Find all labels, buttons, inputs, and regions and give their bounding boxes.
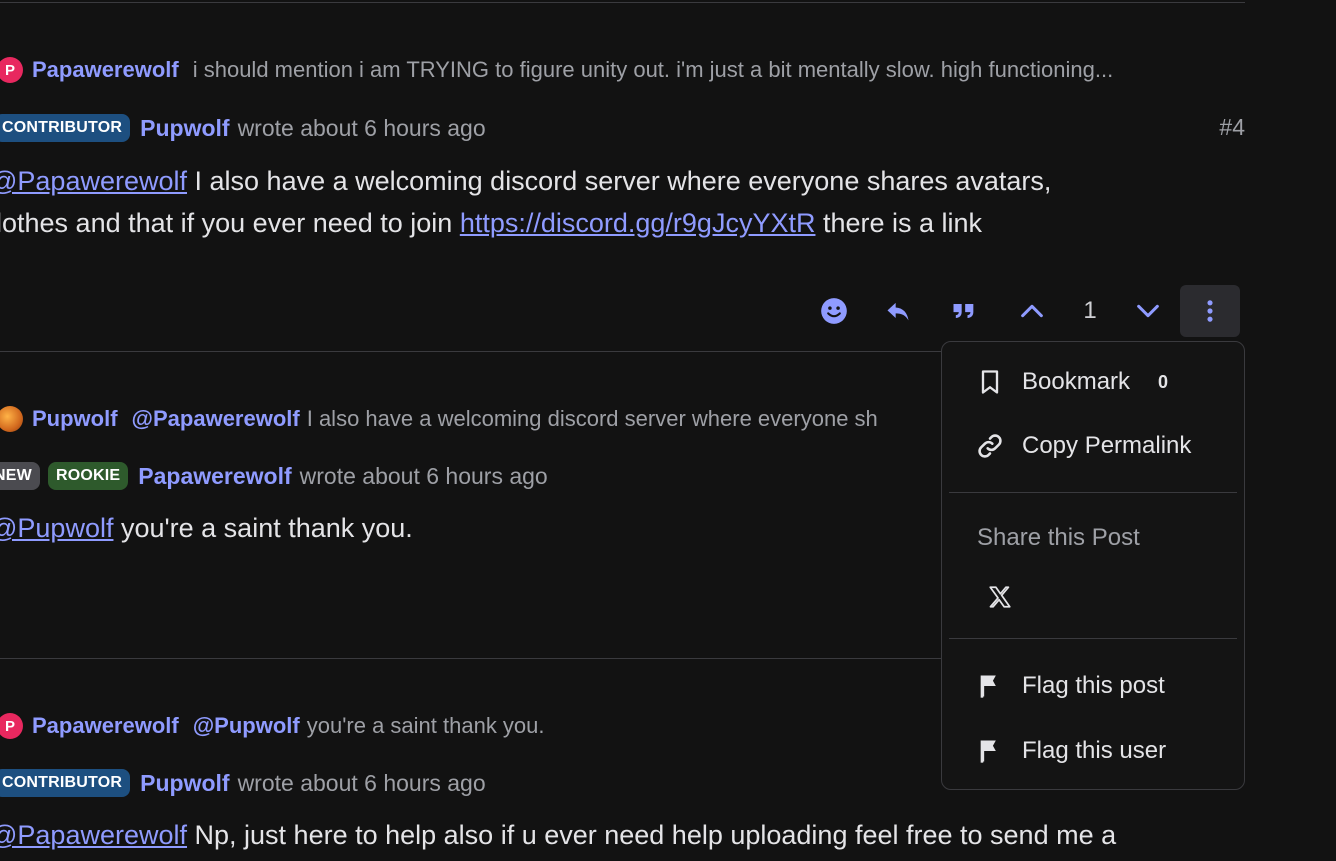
new-badge: NEW bbox=[0, 462, 40, 490]
author-name[interactable]: Papawerewolf bbox=[138, 463, 291, 490]
post-text: lothes and that if you ever need to join bbox=[0, 208, 460, 238]
more-vertical-icon bbox=[1207, 300, 1213, 322]
bookmark-count: 0 bbox=[1158, 371, 1169, 392]
post-text: you're a saint thank you. bbox=[113, 513, 413, 543]
reply-mention[interactable]: @Pupwolf bbox=[193, 713, 300, 739]
chevron-up-icon bbox=[1021, 304, 1043, 318]
post-meta: NEW ROOKIE Papawerewolf wrote about 6 ho… bbox=[0, 461, 548, 491]
post-time: wrote about 6 hours ago bbox=[237, 114, 486, 141]
reply-to-username[interactable]: Papawerewolf bbox=[32, 57, 179, 83]
reply-context[interactable]: P Papawerewolf @Pupwolf you're a saint t… bbox=[0, 712, 545, 740]
post-time: wrote about 6 hours ago bbox=[299, 462, 548, 489]
more-options-button[interactable] bbox=[1180, 285, 1240, 337]
post-body: @Papawerewolf I also have a welcoming di… bbox=[0, 160, 1051, 244]
flag-post-menu-item[interactable]: Flag this post bbox=[976, 668, 1165, 704]
reply-excerpt: I also have a welcoming discord server w… bbox=[306, 406, 878, 431]
bookmark-menu-item[interactable]: Bookmark 0 bbox=[976, 364, 1168, 400]
downvote-button[interactable] bbox=[1122, 285, 1174, 337]
react-button[interactable] bbox=[808, 285, 860, 337]
author-name[interactable]: Pupwolf bbox=[140, 115, 229, 142]
post-body: @Papawerewolf Np, just here to help also… bbox=[0, 814, 1116, 856]
reply-context[interactable]: Pupwolf @Papawerewolf I also have a welc… bbox=[0, 405, 878, 433]
share-heading: Share this Post bbox=[977, 524, 1140, 551]
flag-icon bbox=[980, 740, 996, 763]
upvote-button[interactable] bbox=[1006, 285, 1058, 337]
avatar bbox=[0, 406, 23, 432]
flag-post-label: Flag this post bbox=[1022, 672, 1165, 699]
mention-link[interactable]: @Papawerewolf bbox=[0, 820, 187, 850]
discord-link[interactable]: https://discord.gg/r9gJcyYXtR bbox=[460, 208, 816, 238]
author-name[interactable]: Pupwolf bbox=[140, 770, 229, 797]
mention-link[interactable]: @Pupwolf bbox=[0, 513, 113, 543]
quote-button[interactable] bbox=[938, 285, 990, 337]
reply-to-username[interactable]: Pupwolf bbox=[32, 406, 118, 432]
bookmark-label: Bookmark bbox=[1022, 368, 1131, 395]
reply-button[interactable] bbox=[872, 285, 924, 337]
copy-permalink-menu-item[interactable]: Copy Permalink bbox=[976, 428, 1191, 464]
chevron-down-icon bbox=[1137, 304, 1159, 318]
avatar: P bbox=[0, 57, 23, 83]
reply-excerpt: i should mention i am TRYING to figure u… bbox=[192, 57, 1114, 82]
mention-link[interactable]: @Papawerewolf bbox=[0, 166, 187, 196]
post-actions: 1 bbox=[808, 285, 1240, 337]
x-twitter-icon[interactable] bbox=[987, 584, 1013, 610]
post-time: wrote about 6 hours ago bbox=[237, 769, 486, 796]
rookie-badge: ROOKIE bbox=[47, 462, 129, 490]
flag-user-menu-item[interactable]: Flag this user bbox=[976, 733, 1166, 769]
copy-permalink-label: Copy Permalink bbox=[1022, 432, 1192, 459]
menu-divider bbox=[949, 492, 1237, 493]
post-meta: CONTRIBUTOR Pupwolf wrote about 6 hours … bbox=[0, 113, 486, 143]
contributor-badge: CONTRIBUTOR bbox=[0, 114, 131, 142]
flag-icon bbox=[980, 675, 996, 698]
post-text: Np, just here to help also if u ever nee… bbox=[187, 820, 1117, 850]
smiley-icon bbox=[821, 298, 847, 324]
bookmark-icon bbox=[981, 370, 999, 394]
flag-user-label: Flag this user bbox=[1022, 737, 1167, 764]
reply-excerpt: you're a saint thank you. bbox=[306, 713, 545, 738]
contributor-badge: CONTRIBUTOR bbox=[0, 769, 131, 797]
post-body: @Pupwolf you're a saint thank you. bbox=[0, 507, 413, 549]
quote-icon bbox=[953, 304, 974, 318]
reply-context[interactable]: P Papawerewolf i should mention i am TRY… bbox=[0, 56, 1113, 84]
post-options-menu: Bookmark 0 Copy Permalink Share this Pos… bbox=[941, 341, 1245, 790]
reply-mention[interactable]: @Papawerewolf bbox=[132, 406, 300, 432]
link-icon bbox=[978, 434, 1002, 458]
avatar: P bbox=[0, 713, 23, 739]
reply-to-username[interactable]: Papawerewolf bbox=[32, 713, 179, 739]
menu-divider bbox=[949, 638, 1237, 639]
reply-icon bbox=[887, 302, 909, 321]
post-text: there is a link bbox=[815, 208, 983, 238]
vote-count: 1 bbox=[1083, 297, 1097, 324]
divider bbox=[0, 2, 1245, 3]
post-meta: CONTRIBUTOR Pupwolf wrote about 6 hours … bbox=[0, 768, 486, 798]
post-number[interactable]: #4 bbox=[1219, 114, 1245, 141]
post-text: I also have a welcoming discord server w… bbox=[187, 166, 1052, 196]
